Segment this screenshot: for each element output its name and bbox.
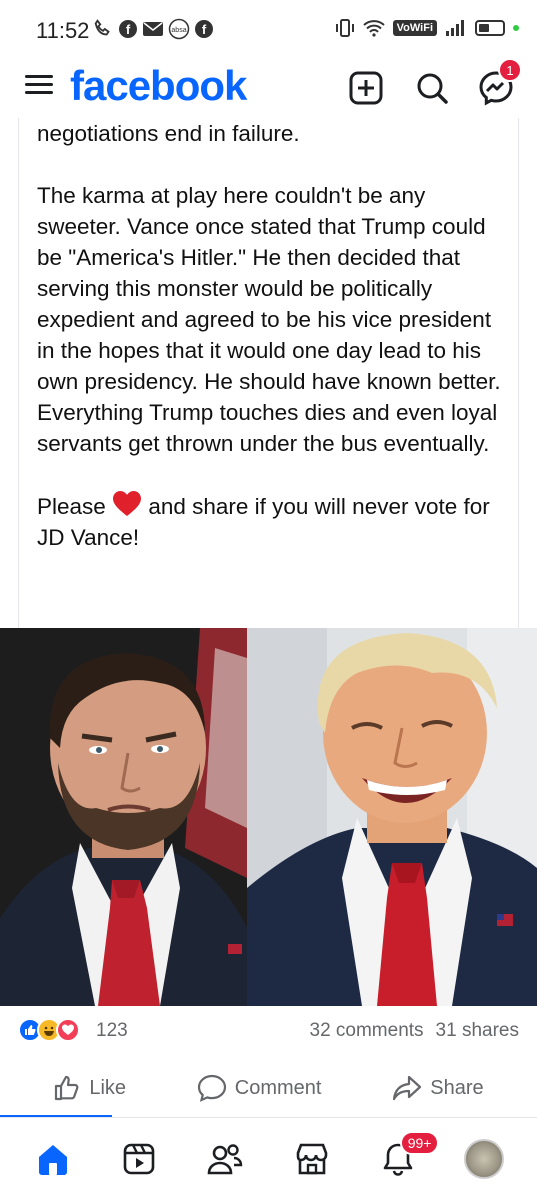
nav-home[interactable] <box>23 1129 83 1189</box>
photo-left-portrait <box>0 628 247 1006</box>
marketplace-icon <box>296 1143 327 1174</box>
post-text-card: negotiations end in failure. The karma a… <box>18 118 519 628</box>
phone-icon <box>94 19 110 36</box>
friends-icon <box>208 1143 243 1174</box>
post-paragraph: negotiations end in failure. <box>37 121 300 146</box>
search-icon <box>417 73 448 104</box>
menu-button[interactable] <box>22 70 56 104</box>
vowifi-badge: VoWiFi <box>392 20 437 36</box>
signal-icon <box>446 20 464 36</box>
comment-button[interactable]: Comment <box>185 1062 334 1114</box>
share-label: Share <box>430 1076 484 1099</box>
share-button[interactable]: Share <box>380 1062 495 1114</box>
red-heart-icon <box>113 491 142 516</box>
vibrate-icon <box>335 19 354 37</box>
menu-line <box>25 83 53 86</box>
post-actions: Like Comment Share <box>0 1062 537 1114</box>
status-bar: 11:52 f absa f VoWiFi <box>0 0 537 60</box>
reactions-row: 123 32 comments 31 shares <box>0 1012 537 1052</box>
nav-marketplace[interactable] <box>282 1129 342 1189</box>
menu-line <box>25 75 53 78</box>
love-reaction-icon <box>56 1018 80 1042</box>
svg-text:f: f <box>202 22 207 37</box>
photo-right-portrait <box>247 628 537 1006</box>
post-cta: Please and share if you will never vote … <box>37 490 507 553</box>
absa-app-icon: absa <box>168 18 190 40</box>
thumbs-up-icon <box>55 1075 79 1101</box>
portrait-man-frowning-image <box>0 628 247 1006</box>
reaction-icons[interactable] <box>18 1018 80 1042</box>
nav-video[interactable] <box>109 1129 169 1189</box>
comment-icon <box>197 1074 226 1102</box>
like-button[interactable]: Like <box>41 1062 138 1114</box>
cta-before-text: Please <box>37 494 106 519</box>
mail-icon <box>143 22 163 36</box>
plus-square-icon <box>349 71 383 105</box>
facebook-notification-icon: f <box>119 20 137 38</box>
post-photo[interactable] <box>0 628 537 1006</box>
svg-text:absa: absa <box>171 27 186 34</box>
nav-notifications[interactable]: 99+ <box>368 1129 440 1189</box>
shares-count[interactable]: 31 shares <box>436 1020 519 1042</box>
status-time: 11:52 <box>36 18 90 43</box>
post-paragraph: The karma at play here couldn't be any s… <box>37 183 501 456</box>
menu-line <box>25 91 53 94</box>
video-icon <box>123 1143 155 1174</box>
bottom-navigation: 99+ <box>0 1118 537 1199</box>
notifications-badge: 99+ <box>399 1130 440 1155</box>
post-body: negotiations end in failure. The karma a… <box>37 118 507 584</box>
wifi-icon <box>362 20 385 37</box>
avatar <box>463 1138 504 1179</box>
portrait-man-laughing-image <box>247 628 537 1006</box>
engagement-stats: 32 comments 31 shares <box>310 1020 520 1042</box>
comment-label: Comment <box>234 1076 322 1099</box>
svg-text:f: f <box>126 22 131 37</box>
nav-friends[interactable] <box>195 1129 255 1189</box>
privacy-indicator-dot <box>513 25 519 31</box>
comments-count[interactable]: 32 comments <box>310 1020 424 1042</box>
nav-profile[interactable] <box>454 1129 514 1189</box>
messenger-button[interactable]: 1 <box>476 58 522 108</box>
facebook-logo[interactable]: facebook <box>70 62 247 110</box>
messenger-badge: 1 <box>498 58 522 82</box>
facebook-notification-icon-2: f <box>195 20 213 38</box>
share-arrow-icon <box>393 1075 422 1101</box>
create-post-button[interactable] <box>346 68 386 108</box>
reaction-count[interactable]: 123 <box>96 1020 128 1042</box>
status-right-icons: VoWiFi <box>335 18 519 38</box>
search-button[interactable] <box>412 68 452 108</box>
battery-icon <box>475 20 505 36</box>
app-header: facebook 1 <box>0 58 537 118</box>
like-label: Like <box>89 1076 127 1099</box>
home-icon <box>39 1144 68 1175</box>
status-left-icons: f absa f <box>92 18 214 40</box>
